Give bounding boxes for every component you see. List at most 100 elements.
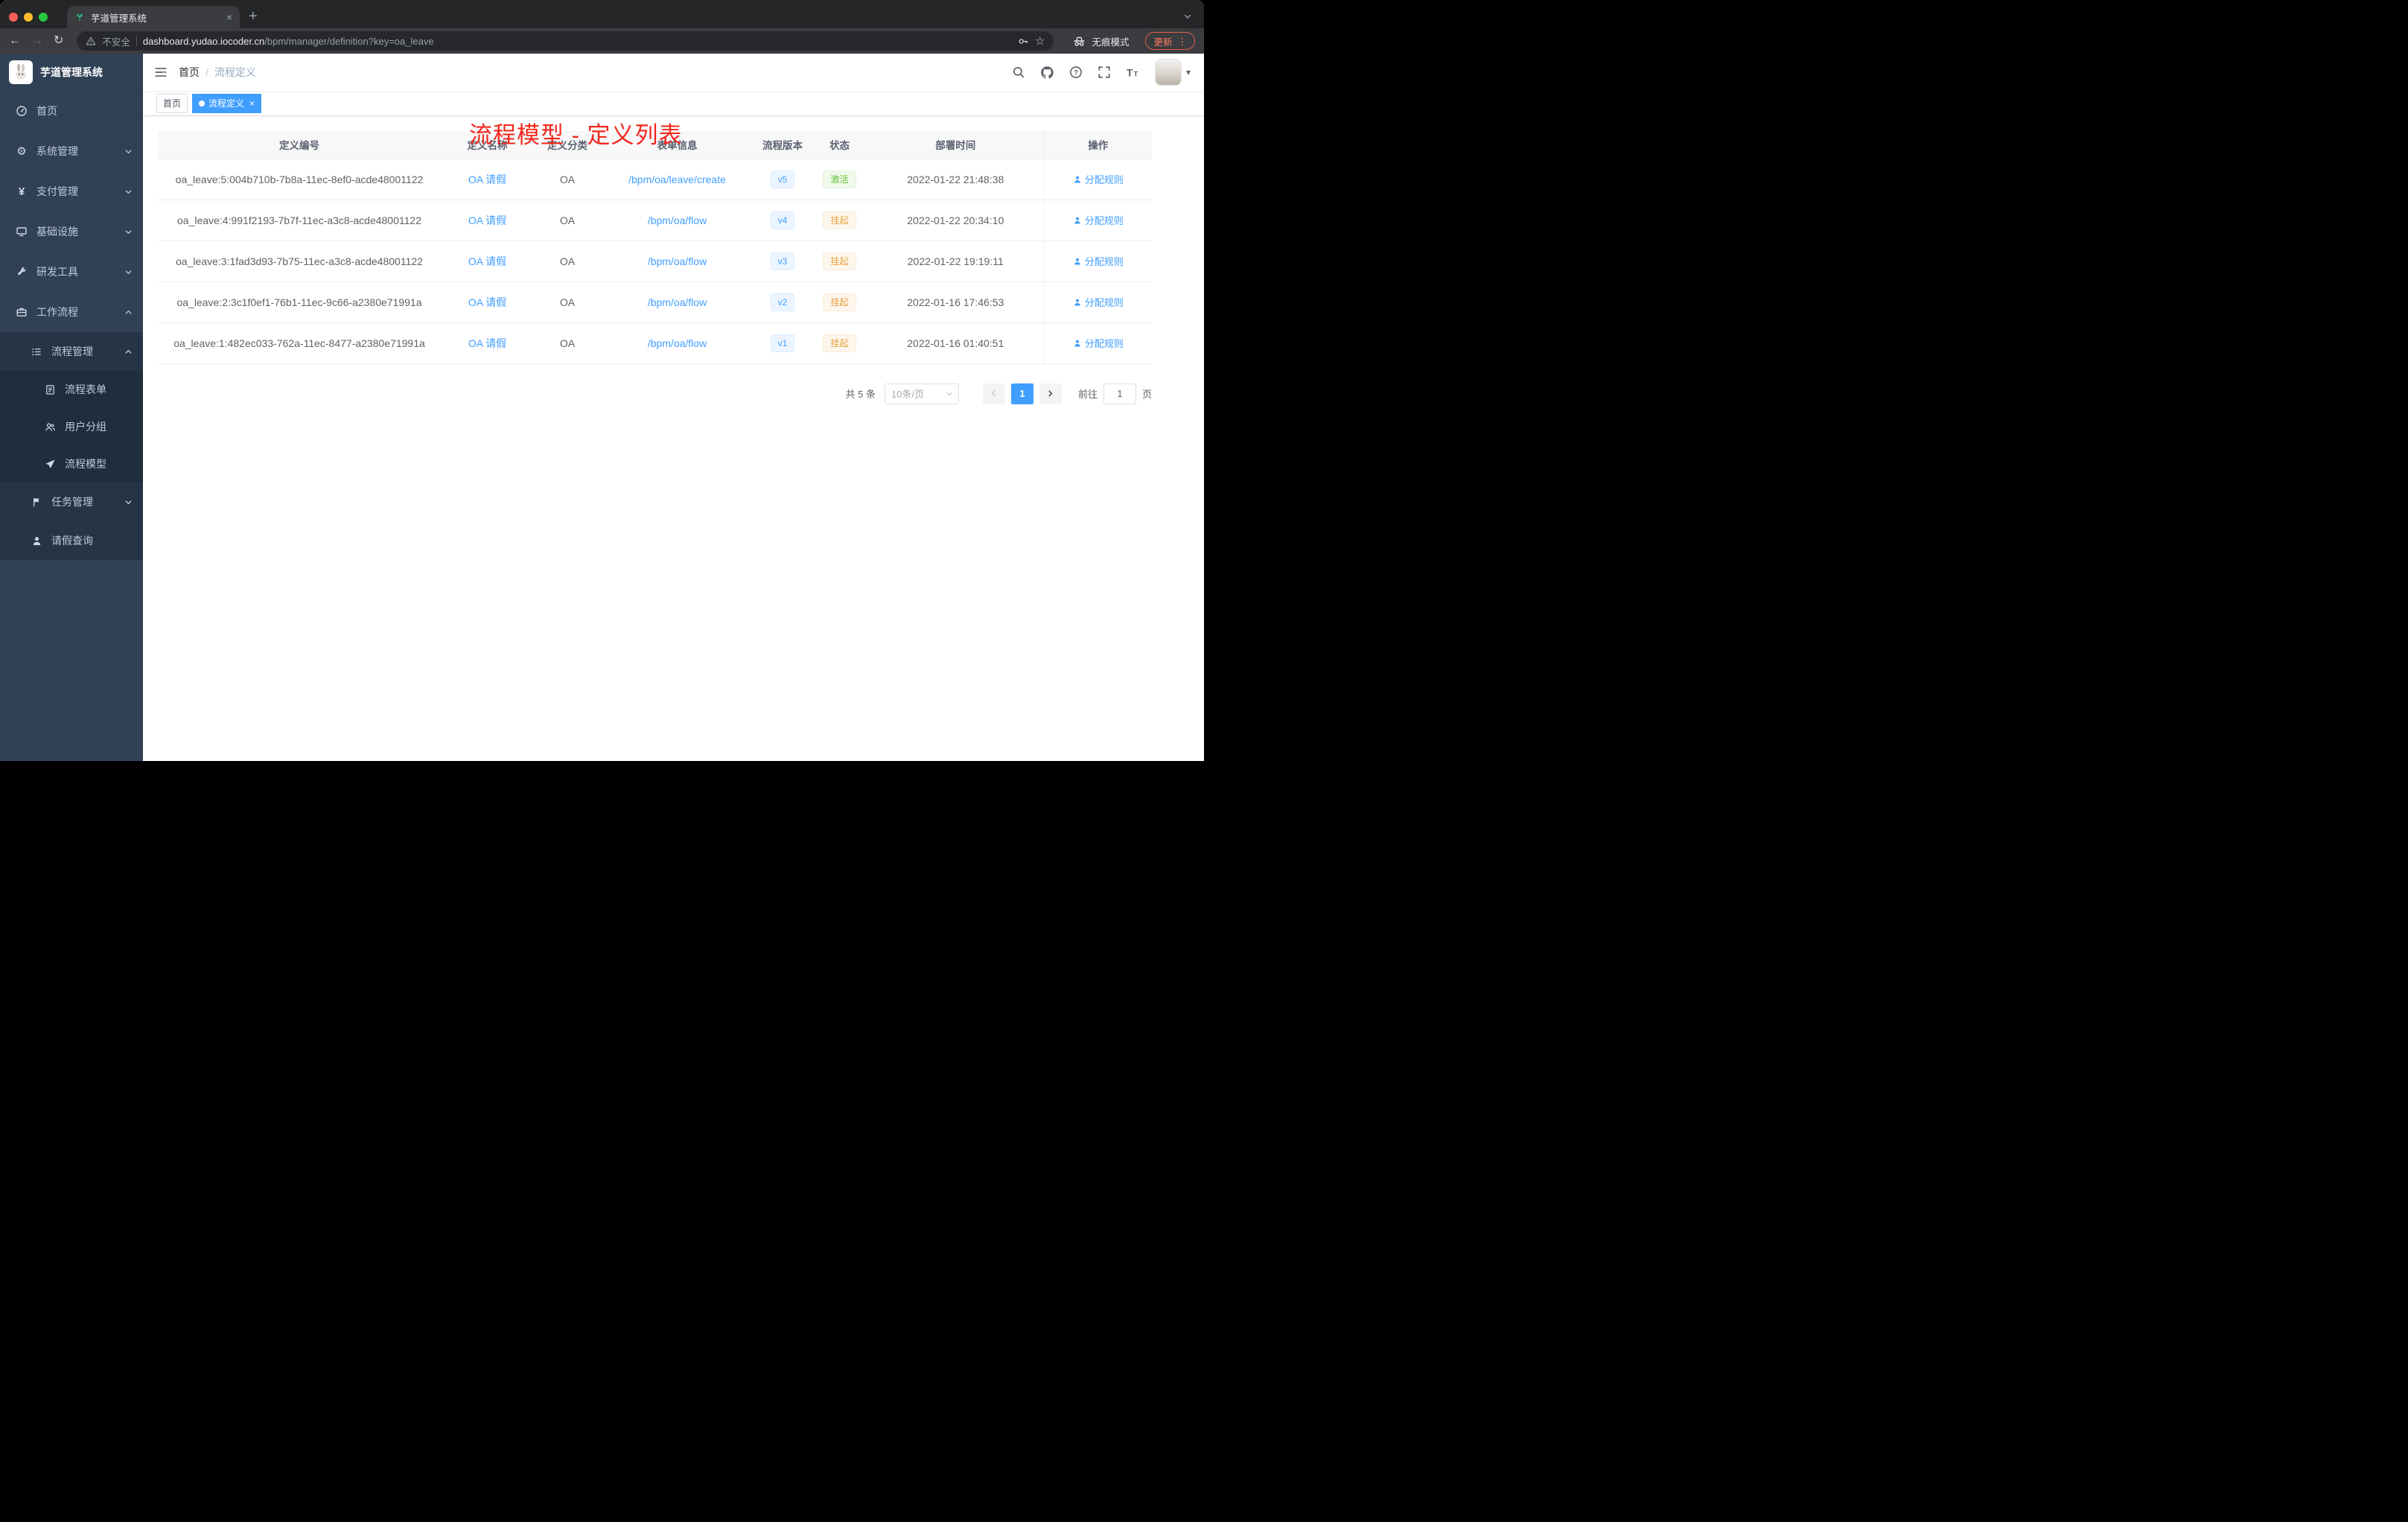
definition-name-link[interactable]: OA 请假 (468, 255, 506, 267)
sidebar-logo[interactable]: 芋道管理系统 (0, 54, 143, 91)
next-page-button[interactable] (1039, 383, 1062, 404)
url-host: dashboard.yudao.iocoder.cn (142, 35, 265, 47)
sidebar-item-rd-tools[interactable]: 研发工具 (0, 252, 143, 292)
definition-category: OA (559, 296, 576, 308)
tab-close-icon[interactable]: × (226, 11, 232, 23)
definition-table: 定义编号 定义名称 定义分类 表单信息 流程版本 状态 部署时间 操作 oa_l (158, 131, 1152, 364)
browser-menu-dots-icon[interactable]: ⋮ (1178, 36, 1188, 47)
sidebar-item-process-form[interactable]: 流程表单 (0, 371, 143, 408)
page-content: 定义编号 定义名称 定义分类 表单信息 流程版本 状态 部署时间 操作 oa_l (143, 116, 1204, 761)
goto-page-input[interactable] (1103, 383, 1136, 404)
window-minimize-button[interactable] (24, 13, 33, 22)
new-tab-button[interactable]: + (249, 9, 258, 24)
url-path: /bpm/manager/definition?key=oa_leave (264, 35, 434, 47)
tab-favicon-icon (74, 12, 85, 22)
tag-home[interactable]: 首页 (156, 93, 188, 113)
form-info-link[interactable]: /bpm/oa/flow (648, 337, 707, 349)
help-icon[interactable]: ? (1069, 66, 1083, 79)
table-row: oa_leave:1:482ec033-762a-11ec-8477-a2380… (158, 322, 1152, 364)
sidebar-item-label: 研发工具 (36, 266, 78, 278)
back-button[interactable]: ← (9, 35, 21, 47)
status-tag: 挂起 (823, 293, 856, 311)
sidebar-item-payment-management[interactable]: ¥ 支付管理 (0, 171, 143, 211)
forward-button[interactable]: → (31, 35, 43, 47)
page-size-value: 10条/页 (891, 389, 925, 400)
sidebar-item-task-management[interactable]: 任务管理 (0, 483, 143, 521)
document-icon (43, 384, 57, 395)
page-number-button[interactable]: 1 (1010, 383, 1033, 404)
reload-button[interactable]: ↻ (54, 35, 63, 47)
definition-name-link[interactable]: OA 请假 (468, 173, 506, 185)
security-label: 不安全 (102, 36, 130, 48)
assign-rule-label: 分配规则 (1084, 338, 1124, 349)
breadcrumb-current: 流程定义 (214, 66, 256, 78)
sidebar-toggle-icon[interactable] (143, 66, 179, 79)
breadcrumb: 首页 / 流程定义 (179, 65, 256, 80)
assign-rule-link[interactable]: 分配规则 (1073, 172, 1124, 186)
pagination: 共 5 条 10条/页 1 前往 页 (158, 383, 1152, 404)
definition-category: OA (559, 337, 576, 349)
definition-name-link[interactable]: OA 请假 (468, 214, 506, 226)
process-management-submenu: 流程表单 用户分组 流程模型 (0, 371, 143, 483)
deploy-time: 2022-01-16 17:46:53 (907, 296, 1004, 308)
window-zoom-button[interactable] (39, 13, 48, 22)
sidebar-item-process-management[interactable]: 流程管理 (0, 332, 143, 371)
assign-rule-link[interactable]: 分配规则 (1073, 254, 1124, 268)
address-bar[interactable]: 不安全 dashboard.yudao.iocoder.cn/bpm/manag… (77, 31, 1054, 51)
chevron-down-icon (124, 228, 133, 236)
sidebar-item-label: 系统管理 (36, 145, 78, 157)
github-icon[interactable] (1040, 66, 1054, 80)
status-tag: 挂起 (823, 252, 856, 270)
font-size-icon[interactable]: TT (1126, 66, 1140, 79)
chevron-up-icon (124, 308, 133, 316)
version-tag: v1 (770, 334, 795, 352)
user-menu[interactable]: ▾ (1154, 59, 1191, 86)
definition-name-link[interactable]: OA 请假 (468, 337, 506, 349)
sidebar-item-label: 支付管理 (36, 185, 78, 197)
status-tag: 挂起 (823, 211, 856, 229)
definition-name-link[interactable]: OA 请假 (468, 296, 506, 308)
column-header-deploy-time: 部署时间 (867, 131, 1044, 159)
version-tag: v4 (770, 211, 795, 229)
sidebar-item-label: 流程模型 (65, 458, 106, 470)
tag-close-icon[interactable]: × (249, 98, 255, 109)
sidebar-item-system-management[interactable]: ⚙ 系统管理 (0, 131, 143, 171)
fullscreen-icon[interactable] (1098, 66, 1111, 79)
definition-id: oa_leave:1:482ec033-762a-11ec-8477-a2380… (173, 337, 425, 349)
deploy-time: 2022-01-22 19:19:11 (907, 255, 1004, 267)
tags-view-bar: 首页 流程定义 × (143, 91, 1204, 116)
password-key-icon[interactable] (1018, 36, 1029, 47)
tag-process-definition[interactable]: 流程定义 × (192, 93, 262, 113)
monitor-icon (15, 226, 28, 238)
breadcrumb-home[interactable]: 首页 (179, 65, 200, 80)
form-info-link[interactable]: /bpm/oa/leave/create (628, 173, 726, 185)
definition-category: OA (559, 173, 576, 185)
search-icon[interactable] (1012, 66, 1025, 79)
bookmark-star-icon[interactable]: ☆ (1035, 34, 1045, 48)
form-info-link[interactable]: /bpm/oa/flow (648, 214, 707, 226)
window-close-button[interactable] (9, 13, 18, 22)
wrench-icon (15, 267, 28, 278)
sidebar-item-leave-query[interactable]: 请假查询 (0, 521, 143, 560)
sidebar-item-workflow[interactable]: 工作流程 (0, 292, 143, 332)
sidebar-item-home[interactable]: 首页 (0, 91, 143, 131)
avatar (1154, 59, 1182, 86)
page-size-select[interactable]: 10条/页 (884, 383, 959, 404)
sidebar-item-infrastructure[interactable]: 基础设施 (0, 211, 143, 252)
sidebar-item-process-model[interactable]: 流程模型 (0, 445, 143, 483)
column-header-status: 状态 (812, 131, 867, 159)
browser-tab[interactable]: 芋道管理系统 × (67, 6, 240, 28)
tab-search-chevron-icon[interactable] (1183, 12, 1192, 21)
prev-page-button[interactable] (982, 383, 1005, 404)
assign-rule-link[interactable]: 分配规则 (1073, 336, 1124, 350)
assign-rule-link[interactable]: 分配规则 (1073, 295, 1124, 309)
form-info-link[interactable]: /bpm/oa/flow (648, 296, 707, 308)
svg-text:T: T (1134, 70, 1138, 78)
column-header-definition-id: 定义编号 (158, 131, 441, 159)
browser-update-button[interactable]: 更新 ⋮ (1145, 32, 1195, 50)
form-info-link[interactable]: /bpm/oa/flow (648, 255, 707, 267)
status-tag: 激活 (823, 170, 856, 188)
assign-rule-link[interactable]: 分配规则 (1073, 213, 1124, 227)
sidebar-item-user-group[interactable]: 用户分组 (0, 408, 143, 445)
definition-id: oa_leave:2:3c1f0ef1-76b1-11ec-9c66-a2380… (176, 296, 422, 308)
